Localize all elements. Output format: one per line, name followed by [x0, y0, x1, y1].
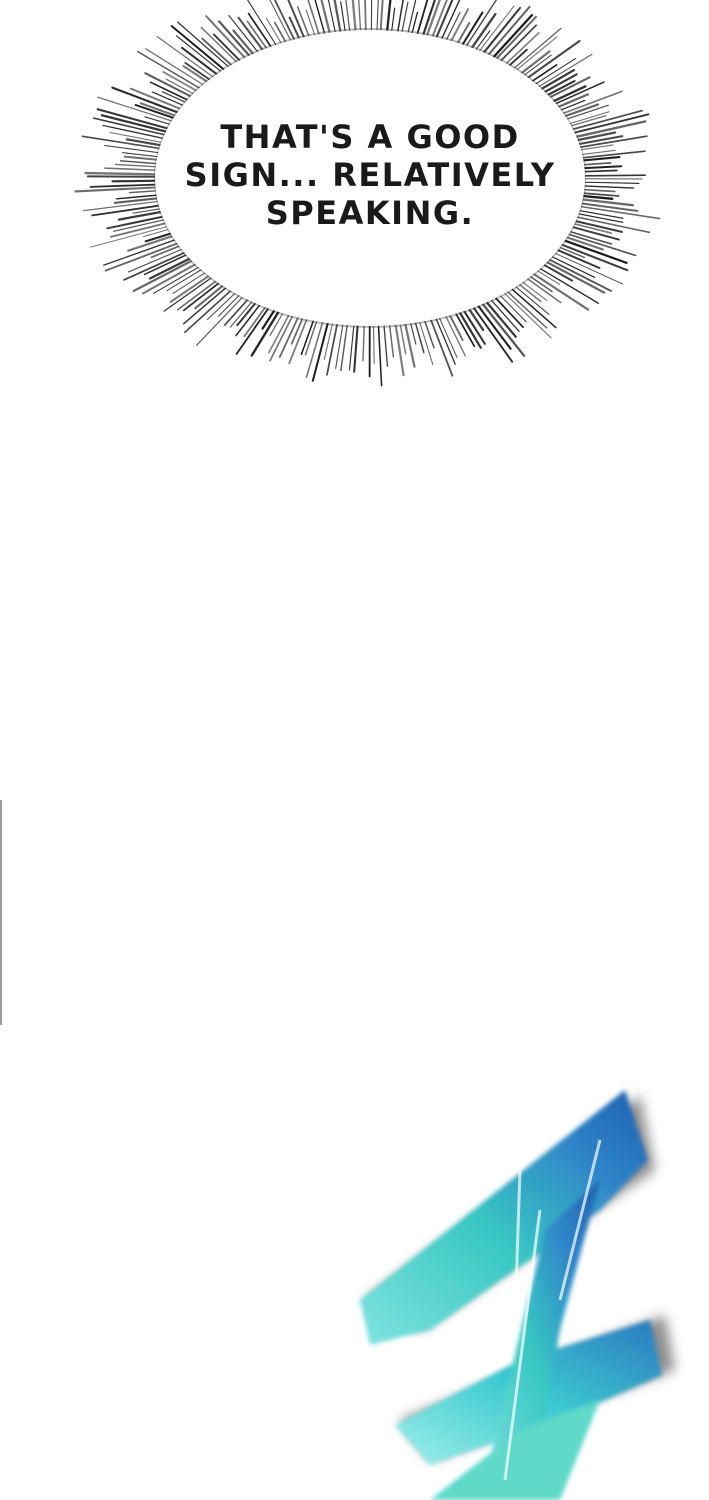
- panel-edge-line: [0, 800, 2, 1025]
- speech-line-1: THAT'S A GOOD: [220, 118, 520, 156]
- burst-ray: [89, 183, 167, 188]
- motion-blur-figure: [360, 1090, 675, 1500]
- comic-panel: THAT'S A GOOD SIGN... RELATIVELY SPEAKIN…: [0, 0, 709, 1500]
- speech-line-3: SPEAKING.: [265, 194, 475, 232]
- speech-line-2: SIGN... RELATIVELY: [184, 156, 556, 194]
- burst-ray: [377, 317, 383, 387]
- burst-ray: [84, 171, 167, 176]
- burst-ray: [497, 286, 552, 339]
- speech-bubble-text: THAT'S A GOOD SIGN... RELATIVELY SPEAKIN…: [160, 118, 580, 232]
